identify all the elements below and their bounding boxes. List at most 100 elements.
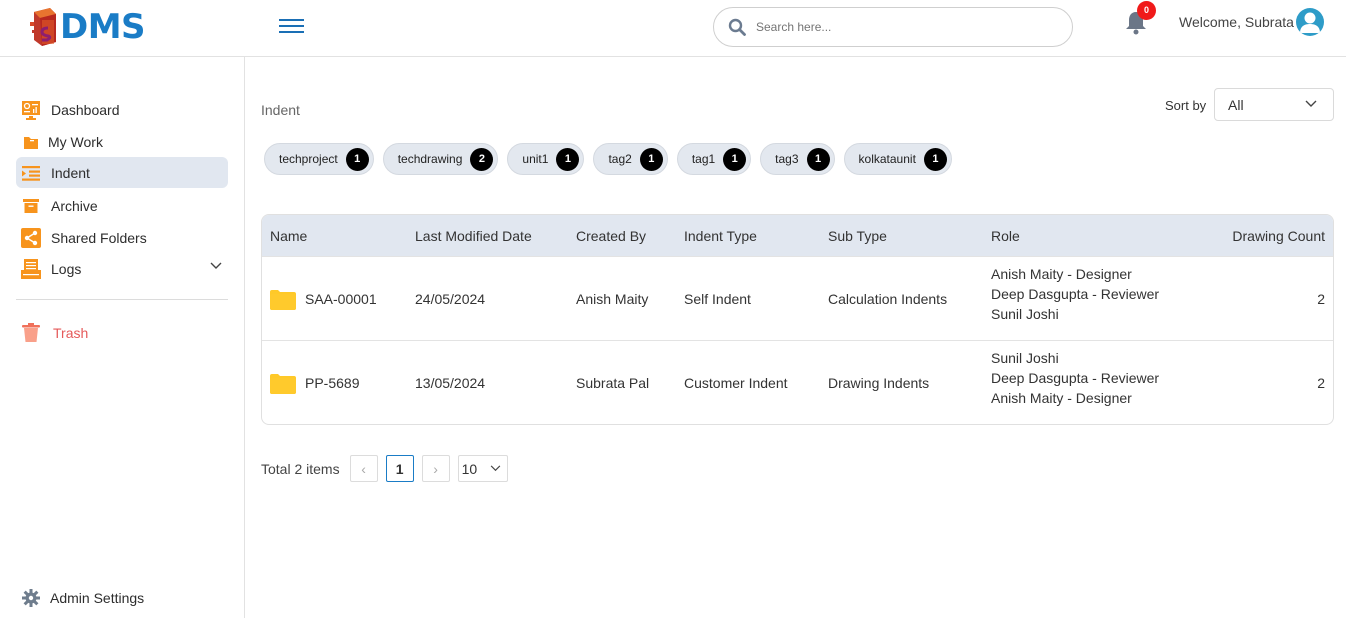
gear-icon [21,588,41,608]
last-modified-date: 13/05/2024 [415,375,486,391]
user-avatar[interactable] [1296,8,1324,36]
table-row[interactable]: SAA-00001 24/05/2024 Anish Maity Self In… [262,256,1333,340]
created-by: Subrata Pal [576,375,650,391]
search-box[interactable] [713,7,1073,47]
tag-chip[interactable]: techproject 1 [264,143,374,175]
tag-count-badge: 1 [556,147,580,171]
tag-filter-list: techproject 1 techdrawing 2 unit1 1 tag2 1 t… [264,143,961,175]
drawing-count: 2 [1317,291,1325,307]
tag-label: unit1 [522,152,549,166]
created-by: Anish Maity [576,291,649,307]
tag-chip[interactable]: unit1 1 [507,143,585,175]
column-header-role[interactable]: Role [991,228,1020,244]
role-entry: Anish Maity - Designer [991,390,1132,406]
tag-chip[interactable]: kolkataunit 1 [843,143,952,175]
admin-settings-link[interactable]: Admin Settings [16,582,228,613]
chevron-down-icon[interactable] [210,262,222,270]
column-header-sub-type[interactable]: Sub Type [828,228,887,244]
hamburger-line [279,19,304,21]
sidebar-item-label: Shared Folders [51,229,147,246]
prev-page-button[interactable]: ‹ [349,455,378,482]
role-entry: Anish Maity - Designer [991,266,1132,282]
notification-count-badge: 0 [1137,1,1156,20]
tag-label: tag1 [691,152,716,166]
sidebar-item-logs[interactable]: Logs [16,253,228,284]
dashboard-icon [21,100,41,120]
column-header-created-by[interactable]: Created By [576,228,646,244]
page-size-select[interactable]: 10 [457,455,508,482]
welcome-text: Welcome, Subrata [1179,14,1294,30]
search-input[interactable] [756,20,1036,34]
sidebar-item-indent[interactable]: Indent [16,157,228,188]
sidebar-item-trash[interactable]: Trash [16,317,228,348]
sidebar-item-label: Logs [51,260,82,277]
tag-label: tag2 [608,152,632,166]
sidebar-item-dashboard[interactable]: Dashboard [16,94,228,125]
tag-count-badge: 1 [345,147,369,171]
sidebar-item-archive[interactable]: Archive [16,190,228,221]
drawing-count: 2 [1317,375,1325,391]
last-modified-date: 24/05/2024 [415,291,486,307]
logo-text: DMS [60,7,146,47]
tag-label: tag3 [775,152,799,166]
role-entry: Deep Dasgupta - Reviewer [991,286,1160,302]
chevron-down-icon [490,465,500,472]
sort-by-label: Sort by [1165,98,1207,113]
sort-by-select[interactable]: All [1214,88,1334,121]
sidebar-item-label: Admin Settings [50,589,145,606]
chevron-down-icon [1305,100,1317,107]
indent-table: Name Last Modified Date Created By Inden… [261,214,1334,425]
tag-count-badge: 1 [723,147,747,171]
sub-type: Drawing Indents [828,375,930,391]
total-items-text: Total 2 items [261,460,340,477]
role-entry: Sunil Joshi [991,350,1059,366]
sidebar-item-label: Indent [51,164,90,181]
folder-icon [270,374,296,394]
page-button-current[interactable]: 1 [385,455,414,482]
page-title: Indent [261,102,300,118]
sort-by-value: All [1228,96,1244,113]
table-row[interactable]: PP-5689 13/05/2024 Subrata Pal Customer … [262,340,1333,424]
trash-icon [21,322,41,343]
indent-name[interactable]: PP-5689 [305,375,359,391]
sidebar-item-label: Dashboard [51,101,120,118]
hamburger-line [279,25,304,27]
indent-type: Self Indent [684,291,751,307]
tag-chip[interactable]: tag2 1 [593,143,668,175]
logo[interactable]: DMS [30,7,146,47]
tag-chip[interactable]: tag1 1 [676,143,752,175]
menu-toggle-button[interactable] [279,19,304,35]
sidebar-item-label: Trash [53,324,89,341]
indent-type: Customer Indent [684,375,788,391]
table-header: Name Last Modified Date Created By Inden… [262,215,1333,256]
sidebar-item-shared-folders[interactable]: Shared Folders [16,222,228,253]
tag-label: kolkataunit [858,152,916,166]
tag-chip[interactable]: techdrawing 2 [382,143,499,175]
tag-chip[interactable]: tag3 1 [760,143,835,175]
folder-icon [21,132,41,152]
role-list: Sunil Joshi Deep Dasgupta - Reviewer Ani… [991,348,1159,408]
sidebar-divider [16,299,228,300]
top-header: DMS 0 Welcome, Subrata [0,0,1346,57]
sidebar-item-my-work[interactable]: My Work [16,126,228,157]
pagination: Total 2 items ‹ 1 › 10 [261,455,508,482]
list-indent-icon [21,163,41,183]
folder-icon [270,290,296,310]
archive-icon [21,196,41,216]
tag-label: techproject [279,152,338,166]
column-header-last-modified[interactable]: Last Modified Date [415,228,532,244]
indent-name[interactable]: SAA-00001 [305,291,377,307]
tag-count-badge: 1 [639,147,663,171]
tag-count-badge: 1 [923,147,947,171]
column-header-drawing-count[interactable]: Drawing Count [1232,228,1325,244]
logs-icon [21,258,41,279]
role-list: Anish Maity - Designer Deep Dasgupta - R… [991,264,1159,324]
column-header-indent-type[interactable]: Indent Type [684,228,757,244]
search-icon [728,18,746,36]
role-entry: Sunil Joshi [991,306,1059,322]
page-size-value: 10 [461,460,478,477]
sidebar: Dashboard My Work Indent Archive Shared … [0,57,245,618]
share-icon [21,227,41,248]
column-header-name[interactable]: Name [270,228,307,244]
next-page-button[interactable]: › [421,455,450,482]
